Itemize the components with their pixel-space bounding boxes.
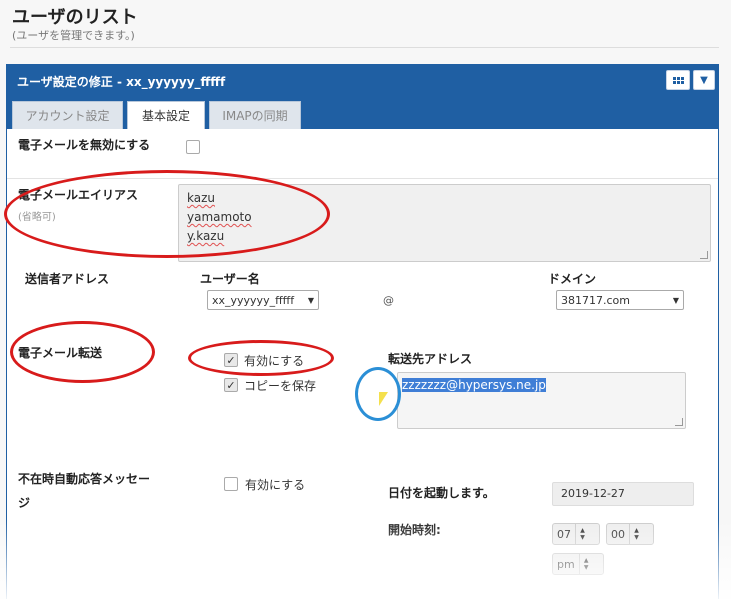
alias-line: kazu	[187, 191, 215, 205]
alias-line: yamamoto	[187, 210, 252, 224]
alias-line: y.kazu	[187, 229, 225, 243]
grid-icon	[672, 76, 684, 84]
disable-email-checkbox[interactable]	[186, 140, 200, 154]
forwarding-label: 電子メール転送	[18, 346, 103, 360]
tab-basic-settings[interactable]: 基本設定	[127, 101, 205, 129]
aliases-textarea[interactable]: kazu yamamoto y.kazu	[178, 184, 711, 262]
tab-imap-sync[interactable]: IMAPの同期	[209, 101, 301, 129]
mouse-pointer-icon	[379, 392, 388, 406]
aliases-label: 電子メールエイリアス	[18, 188, 139, 202]
page-subtitle: (ユーザを管理できます。)	[12, 29, 135, 42]
tab-account-settings[interactable]: アカウント設定	[12, 101, 123, 129]
autoreply-label-line2: ジ	[18, 496, 31, 510]
start-time-label: 開始時刻:	[388, 523, 441, 537]
username-value: xx_yyyyyy_fffff	[212, 293, 295, 307]
page-title: ユーザのリスト	[12, 7, 138, 28]
updown-icon[interactable]: ▲ ▼	[578, 554, 593, 574]
caret-down-icon: ▼	[700, 74, 708, 86]
disable-email-label: 電子メールを無効にする	[18, 138, 151, 152]
ampm-stepper[interactable]: pm ▲ ▼	[552, 553, 604, 575]
hour-value: 07	[557, 527, 571, 541]
username-select[interactable]: xx_yyyyyy_fffff ▼	[207, 290, 319, 310]
ampm-value: pm	[557, 557, 575, 571]
check-icon: ✓	[226, 378, 236, 392]
forward-destination-value: zzzzzzz@hypersys.ne.jp	[402, 378, 546, 392]
forwarding-enable-label: 有効にする	[244, 354, 305, 368]
resize-grip-icon[interactable]	[700, 251, 708, 259]
autoreply-enable-checkbox[interactable]	[224, 477, 238, 491]
domain-select[interactable]: 381717.com ▼	[556, 290, 684, 310]
forwarding-enable-checkbox[interactable]: ✓	[224, 353, 238, 367]
minute-value: 00	[611, 527, 625, 541]
at-sign: @	[383, 294, 394, 307]
updown-icon[interactable]: ▲ ▼	[629, 524, 643, 544]
autoreply-label-line1: 不在時自動応答メッセー	[18, 472, 151, 486]
grid-view-button[interactable]	[666, 70, 690, 90]
username-label: ユーザー名	[200, 272, 260, 286]
domain-value: 381717.com	[561, 293, 630, 307]
start-date-label: 日付を起動します。	[388, 486, 495, 500]
panel-header: ユーザ設定の修正 - xx_yyyyyy_fffff ▼ アカウント設定 基本設…	[7, 65, 718, 129]
resize-grip-icon[interactable]	[675, 418, 683, 426]
start-date-input[interactable]: 2019-12-27	[552, 482, 694, 506]
dropdown-arrow-icon: ▼	[672, 295, 679, 305]
forward-destination-textarea[interactable]: zzzzzzz@hypersys.ne.jp	[397, 372, 686, 429]
keep-copy-label: コピーを保存	[244, 379, 317, 393]
updown-icon[interactable]: ▲ ▼	[575, 524, 589, 544]
minute-stepper[interactable]: 00 ▲ ▼	[606, 523, 654, 545]
aliases-note: (省略可)	[18, 212, 56, 223]
check-icon: ✓	[226, 353, 236, 367]
panel-menu-button[interactable]: ▼	[693, 70, 715, 90]
domain-label: ドメイン	[548, 272, 597, 286]
row-divider	[7, 178, 718, 179]
panel-title: ユーザ設定の修正 - xx_yyyyyy_fffff	[17, 75, 226, 89]
hour-stepper[interactable]: 07 ▲ ▼	[552, 523, 600, 545]
dropdown-arrow-icon: ▼	[307, 295, 314, 305]
title-divider	[10, 47, 719, 48]
forward-destination-label: 転送先アドレス	[388, 352, 473, 366]
keep-copy-checkbox[interactable]: ✓	[224, 378, 238, 392]
sender-address-label: 送信者アドレス	[25, 272, 110, 286]
autoreply-enable-label: 有効にする	[245, 478, 306, 492]
